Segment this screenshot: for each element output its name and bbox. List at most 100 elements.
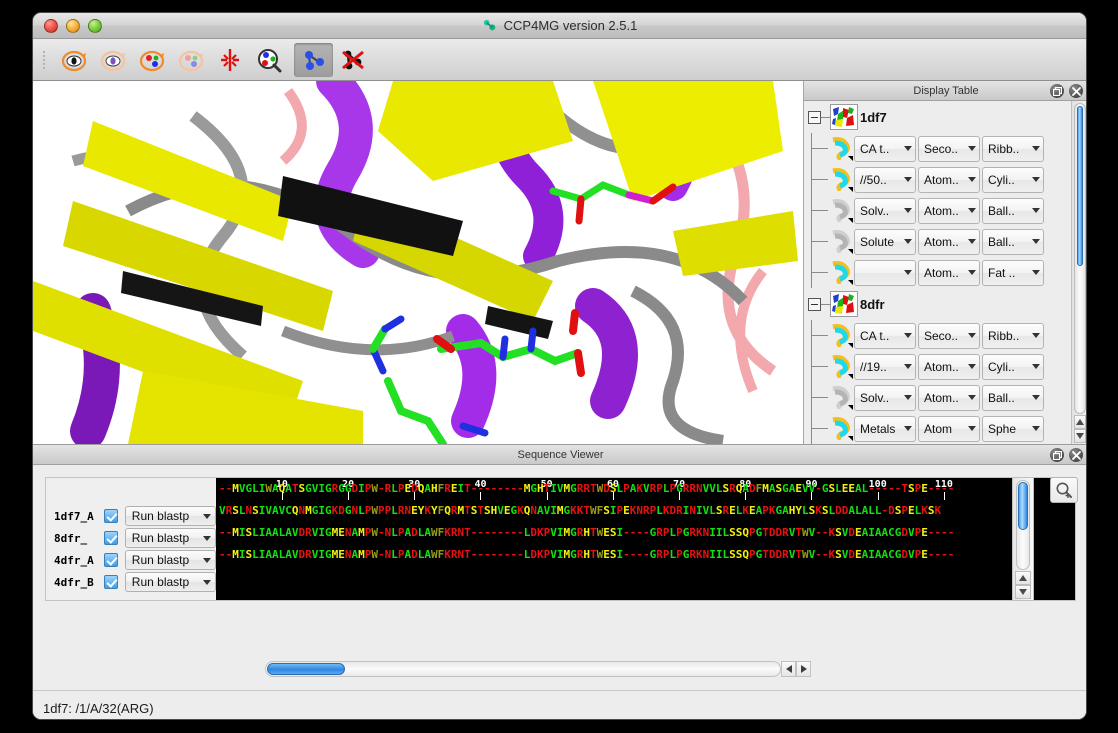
sequence-visibility-checkbox[interactable] — [103, 509, 118, 523]
sequence-row[interactable]: VRSLNSIVAVCQNMGIGKDGNLPWPPLRNEYKYFQRMTST… — [219, 500, 941, 522]
style-dropdown[interactable]: Fat .. — [982, 259, 1044, 286]
toolbar-drag-handle[interactable] — [39, 47, 51, 73]
ribbon-inactive-icon[interactable] — [828, 198, 854, 224]
scroll-down-icon[interactable] — [1015, 585, 1031, 599]
sequence-hscrollbar[interactable] — [265, 661, 811, 679]
scroll-up-icon[interactable] — [1015, 571, 1031, 585]
scrollbar-track[interactable] — [265, 661, 781, 677]
colour-dropdown[interactable]: Atom.. — [918, 197, 980, 224]
close-window-button[interactable] — [44, 18, 58, 33]
selection-dropdown[interactable]: Solv.. — [854, 384, 916, 411]
sequence-row[interactable]: --MVGLIWAQATSGVIGRGGDIPW-RLPEDQAHFREIT--… — [219, 478, 954, 500]
scroll-down-icon[interactable] — [1074, 429, 1086, 443]
close-icon[interactable] — [1069, 448, 1083, 462]
table-row[interactable]: Solv.. Atom.. Ball.. — [804, 382, 1071, 413]
colour-dropdown[interactable]: Atom.. — [918, 353, 980, 380]
colour-dropdown[interactable]: Atom.. — [918, 384, 980, 411]
run-blastp-button[interactable]: Run blastp — [124, 506, 216, 526]
colour-dropdown[interactable]: Atom.. — [918, 259, 980, 286]
rotate-object-x-icon[interactable] — [132, 43, 171, 77]
sequence-zoom-icon[interactable] — [1050, 477, 1078, 503]
scroll-up-icon[interactable] — [1074, 415, 1086, 429]
close-icon[interactable] — [1069, 84, 1083, 98]
group-name-label: 8dfr — [860, 296, 885, 312]
table-row[interactable]: //19.. Atom.. Cyli.. — [804, 351, 1071, 382]
ribbon-active-icon[interactable] — [828, 136, 854, 162]
ribbon-active-icon[interactable] — [828, 260, 854, 286]
rotate-view-y-icon[interactable] — [93, 43, 132, 77]
run-blastp-button[interactable]: Run blastp — [124, 550, 216, 570]
sequence-alignment-area: 1df7_A Run blastp 8dfr_ Run blastp 4dfr_… — [33, 465, 1086, 677]
selection-dropdown[interactable]: //50.. — [854, 166, 916, 193]
sequence-canvas[interactable]: 10 20 30 40 50 60 70 80 90 100 110 --MVGLIWAQATSGV… — [216, 478, 1075, 600]
table-row[interactable]: Solv.. Atom.. Ball.. — [804, 195, 1071, 226]
sequence-visibility-checkbox[interactable] — [103, 531, 118, 545]
zoom-window-button[interactable] — [88, 18, 102, 33]
cell-label: Atom.. — [924, 265, 959, 280]
sequence-row[interactable]: --MISLIAALAVDRVIGMENAMPW-NLPADLAWFKRNT--… — [219, 544, 954, 566]
style-dropdown[interactable]: Sphe — [982, 415, 1044, 442]
table-row[interactable]: CA t.. Seco.. Ribb.. — [804, 133, 1071, 164]
scrollbar-thumb[interactable] — [1018, 482, 1028, 530]
sequence-visibility-checkbox[interactable] — [103, 553, 118, 567]
style-dropdown[interactable]: Ribb.. — [982, 322, 1044, 349]
table-row[interactable]: Metals Atom Sphe — [804, 413, 1071, 444]
selection-dropdown[interactable]: CA t.. — [854, 135, 916, 162]
style-dropdown[interactable]: Cyli.. — [982, 166, 1044, 193]
ribbon-inactive-icon[interactable] — [828, 385, 854, 411]
selection-dropdown[interactable]: Solute — [854, 228, 916, 255]
molecular-graphics-viewport[interactable] — [33, 81, 803, 444]
ribbon-active-icon[interactable] — [828, 354, 854, 380]
selection-dropdown[interactable]: //19.. — [854, 353, 916, 380]
rotate-view-x-icon[interactable] — [54, 43, 93, 77]
scrollbar-track[interactable] — [1074, 103, 1086, 414]
selection-dropdown[interactable]: CA t.. — [854, 322, 916, 349]
style-dropdown[interactable]: Ribb.. — [982, 135, 1044, 162]
sequence-vscrollbar[interactable] — [1012, 477, 1034, 601]
expander-1df7[interactable] — [808, 110, 821, 124]
ribbon-active-icon[interactable] — [828, 167, 854, 193]
sequence-visibility-checkbox[interactable] — [103, 575, 118, 589]
style-dropdown[interactable]: Cyli.. — [982, 353, 1044, 380]
zoom-magnifier-icon[interactable] — [249, 43, 288, 77]
table-row[interactable]: CA t.. Seco.. Ribb.. — [804, 320, 1071, 351]
style-dropdown[interactable]: Ball.. — [982, 228, 1044, 255]
ribbon-active-icon[interactable] — [828, 323, 854, 349]
sequence-row[interactable]: --MISLIAALAVDRVIGMENAMPW-NLPADLAWFKRNT--… — [219, 522, 954, 544]
select-atoms-icon[interactable] — [294, 42, 333, 77]
clear-selection-icon[interactable] — [333, 43, 372, 77]
colour-dropdown[interactable]: Seco.. — [918, 322, 980, 349]
style-dropdown[interactable]: Ball.. — [982, 384, 1044, 411]
table-row[interactable]: Solute Atom.. Ball.. — [804, 226, 1071, 257]
colour-dropdown[interactable]: Atom — [918, 415, 980, 442]
cell-label: Atom.. — [924, 203, 959, 218]
ribbon-inactive-icon[interactable] — [828, 229, 854, 255]
scrollbar-track[interactable] — [1016, 480, 1030, 570]
colour-dropdown[interactable]: Atom.. — [918, 228, 980, 255]
run-blastp-button[interactable]: Run blastp — [124, 572, 216, 592]
table-row[interactable]: //50.. Atom.. Cyli.. — [804, 164, 1071, 195]
restore-icon[interactable] — [1050, 448, 1064, 462]
scroll-left-icon[interactable] — [781, 661, 796, 677]
table-row[interactable]: Atom.. Fat .. — [804, 257, 1071, 288]
ribbon-active-icon[interactable] — [828, 416, 854, 442]
scroll-right-icon[interactable] — [796, 661, 811, 677]
scrollbar-thumb[interactable] — [1077, 106, 1083, 266]
restore-icon[interactable] — [1050, 84, 1064, 98]
colour-dropdown[interactable]: Seco.. — [918, 135, 980, 162]
expander-8dfr[interactable] — [808, 297, 821, 311]
colour-dropdown[interactable]: Atom.. — [918, 166, 980, 193]
run-blastp-button[interactable]: Run blastp — [124, 528, 216, 548]
tree-line — [804, 382, 828, 413]
selection-dropdown[interactable]: Metals — [854, 415, 916, 442]
display-table-vscrollbar[interactable] — [1071, 101, 1086, 444]
center-crosshair-icon[interactable] — [210, 43, 249, 77]
rotate-object-y-icon[interactable] — [171, 43, 210, 77]
minimize-window-button[interactable] — [66, 18, 80, 33]
selection-dropdown[interactable]: Solv.. — [854, 197, 916, 224]
selection-dropdown[interactable] — [854, 259, 916, 286]
scrollbar-thumb[interactable] — [267, 663, 345, 675]
display-table-group-8dfr[interactable]: 8dfr — [804, 288, 1071, 320]
style-dropdown[interactable]: Ball.. — [982, 197, 1044, 224]
display-table-group-1df7[interactable]: 1df7 — [804, 101, 1071, 133]
